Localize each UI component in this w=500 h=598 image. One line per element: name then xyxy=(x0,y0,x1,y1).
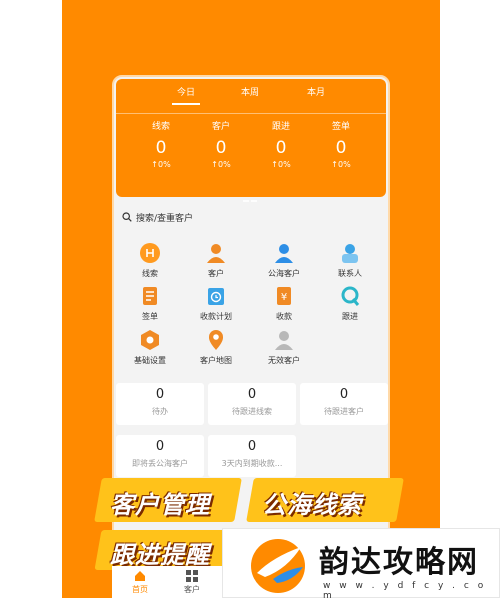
tab-today[interactable]: 今日 xyxy=(166,85,206,105)
menu-clues[interactable]: 线索 xyxy=(120,242,180,279)
customer-icon xyxy=(205,242,227,264)
logo-url: w w w . y d f c y . c o m xyxy=(323,581,487,598)
site-logo-watermark: 韵达攻略网 w w w . y d f c y . c o m xyxy=(222,528,500,598)
stat-label: 跟进 xyxy=(271,122,290,132)
clue-icon xyxy=(139,242,161,264)
menu-label: 基础设置 xyxy=(134,356,166,365)
stat-value: 0 xyxy=(215,138,227,158)
nav-label: 客户 xyxy=(184,585,200,594)
screenshot-stage: 今日 本周 本月 线索 0 ↑0% 客户 0 ↑0% 跟进 0 ↑0% 签单 0… xyxy=(0,0,500,598)
menu-label: 收款 xyxy=(276,312,292,321)
stat-value: 0 xyxy=(275,138,287,158)
menu-label: 签单 xyxy=(142,312,158,321)
menu-label: 客户地图 xyxy=(200,356,232,365)
menu-customers[interactable]: 客户 xyxy=(186,242,246,279)
grid-icon xyxy=(186,570,198,582)
count-value: 0 xyxy=(339,387,349,402)
tab-month[interactable]: 本月 xyxy=(296,85,336,98)
count-value: 0 xyxy=(155,387,165,402)
menu-contacts[interactable]: 联系人 xyxy=(320,242,380,279)
nav-customers[interactable]: 客户 xyxy=(172,570,212,595)
logo-text: 韵达攻略网 xyxy=(319,545,479,580)
tab-week[interactable]: 本周 xyxy=(230,85,270,98)
contact-icon xyxy=(339,242,361,264)
home-icon xyxy=(135,571,145,581)
search-placeholder: 搜索/查重客户 xyxy=(136,213,194,224)
stat-follow-ups[interactable]: 跟进 0 ↑0% xyxy=(256,119,306,169)
stat-contracts[interactable]: 签单 0 ↑0% xyxy=(316,119,366,169)
banner-customer-management: 客户管理 xyxy=(110,491,210,519)
stat-label: 客户 xyxy=(211,122,230,132)
menu-payments[interactable]: ¥ 收款 xyxy=(254,285,314,322)
stat-percent: ↑0% xyxy=(271,160,291,169)
stat-percent: ↑0% xyxy=(151,160,171,169)
count-label: 3天内到期收款... xyxy=(221,459,283,468)
stat-value: 0 xyxy=(155,138,167,158)
count-label: 即将丢公海客户 xyxy=(132,459,188,468)
banner-follow-up-reminder: 跟进提醒 xyxy=(110,541,210,569)
public-customer-icon xyxy=(273,242,295,264)
period-tabs: 今日 本周 本月 xyxy=(116,85,386,114)
logo-bird-icon xyxy=(251,539,305,593)
menu-payment-plan[interactable]: 收款计划 xyxy=(186,285,246,322)
count-label: 待办 xyxy=(152,407,168,416)
invalid-customer-icon xyxy=(273,329,295,351)
search-icon xyxy=(122,212,132,222)
follow-up-icon xyxy=(339,285,361,307)
search-bar[interactable]: 搜索/查重客户 xyxy=(122,207,193,227)
stat-label: 签单 xyxy=(331,122,350,132)
count-label: 待跟进客户 xyxy=(324,407,364,416)
count-label: 待跟进线索 xyxy=(232,407,272,416)
count-todo[interactable]: 0 待办 xyxy=(116,383,204,425)
contract-icon xyxy=(139,285,161,307)
menu-label: 客户 xyxy=(208,269,224,278)
stats-card: 今日 本周 本月 线索 0 ↑0% 客户 0 ↑0% 跟进 0 ↑0% 签单 0… xyxy=(116,79,386,202)
payment-plan-icon xyxy=(205,285,227,307)
menu-label: 跟进 xyxy=(342,312,358,321)
payment-icon: ¥ xyxy=(273,285,295,307)
menu-customer-map[interactable]: 客户地图 xyxy=(186,329,246,366)
tabs-divider xyxy=(116,113,386,114)
menu-label: 收款计划 xyxy=(200,312,232,321)
banner-public-clues: 公海线索 xyxy=(262,491,362,519)
menu-public-customers[interactable]: 公海客户 xyxy=(254,242,314,279)
stat-label: 线索 xyxy=(151,122,170,132)
count-value: 0 xyxy=(247,387,257,402)
map-pin-icon xyxy=(205,329,227,351)
page-indicator xyxy=(243,187,259,202)
count-due-payments[interactable]: 0 3天内到期收款... xyxy=(208,435,296,477)
stat-value: 0 xyxy=(335,138,347,158)
menu-label: 线索 xyxy=(142,269,158,278)
menu-contracts[interactable]: 签单 xyxy=(120,285,180,322)
stat-clues[interactable]: 线索 0 ↑0% xyxy=(136,119,186,169)
nav-home[interactable]: 首页 xyxy=(120,570,160,595)
menu-label: 无效客户 xyxy=(268,356,300,365)
menu-basic-settings[interactable]: 基础设置 xyxy=(120,329,180,366)
stat-percent: ↑0% xyxy=(331,160,351,169)
count-pending-clues[interactable]: 0 待跟进线索 xyxy=(208,383,296,425)
menu-label: 联系人 xyxy=(338,269,362,278)
settings-icon xyxy=(139,329,161,351)
nav-label: 首页 xyxy=(132,585,148,594)
stat-customers[interactable]: 客户 0 ↑0% xyxy=(196,119,246,169)
menu-follow-up[interactable]: 跟进 xyxy=(320,285,380,322)
stat-percent: ↑0% xyxy=(211,160,231,169)
count-losing-to-pool[interactable]: 0 即将丢公海客户 xyxy=(116,435,204,477)
menu-invalid-customers[interactable]: 无效客户 xyxy=(254,329,314,366)
menu-label: 公海客户 xyxy=(268,269,300,278)
count-value: 0 xyxy=(155,439,165,454)
count-value: 0 xyxy=(247,439,257,454)
count-pending-customers[interactable]: 0 待跟进客户 xyxy=(300,383,388,425)
svg-text:¥: ¥ xyxy=(281,292,287,303)
